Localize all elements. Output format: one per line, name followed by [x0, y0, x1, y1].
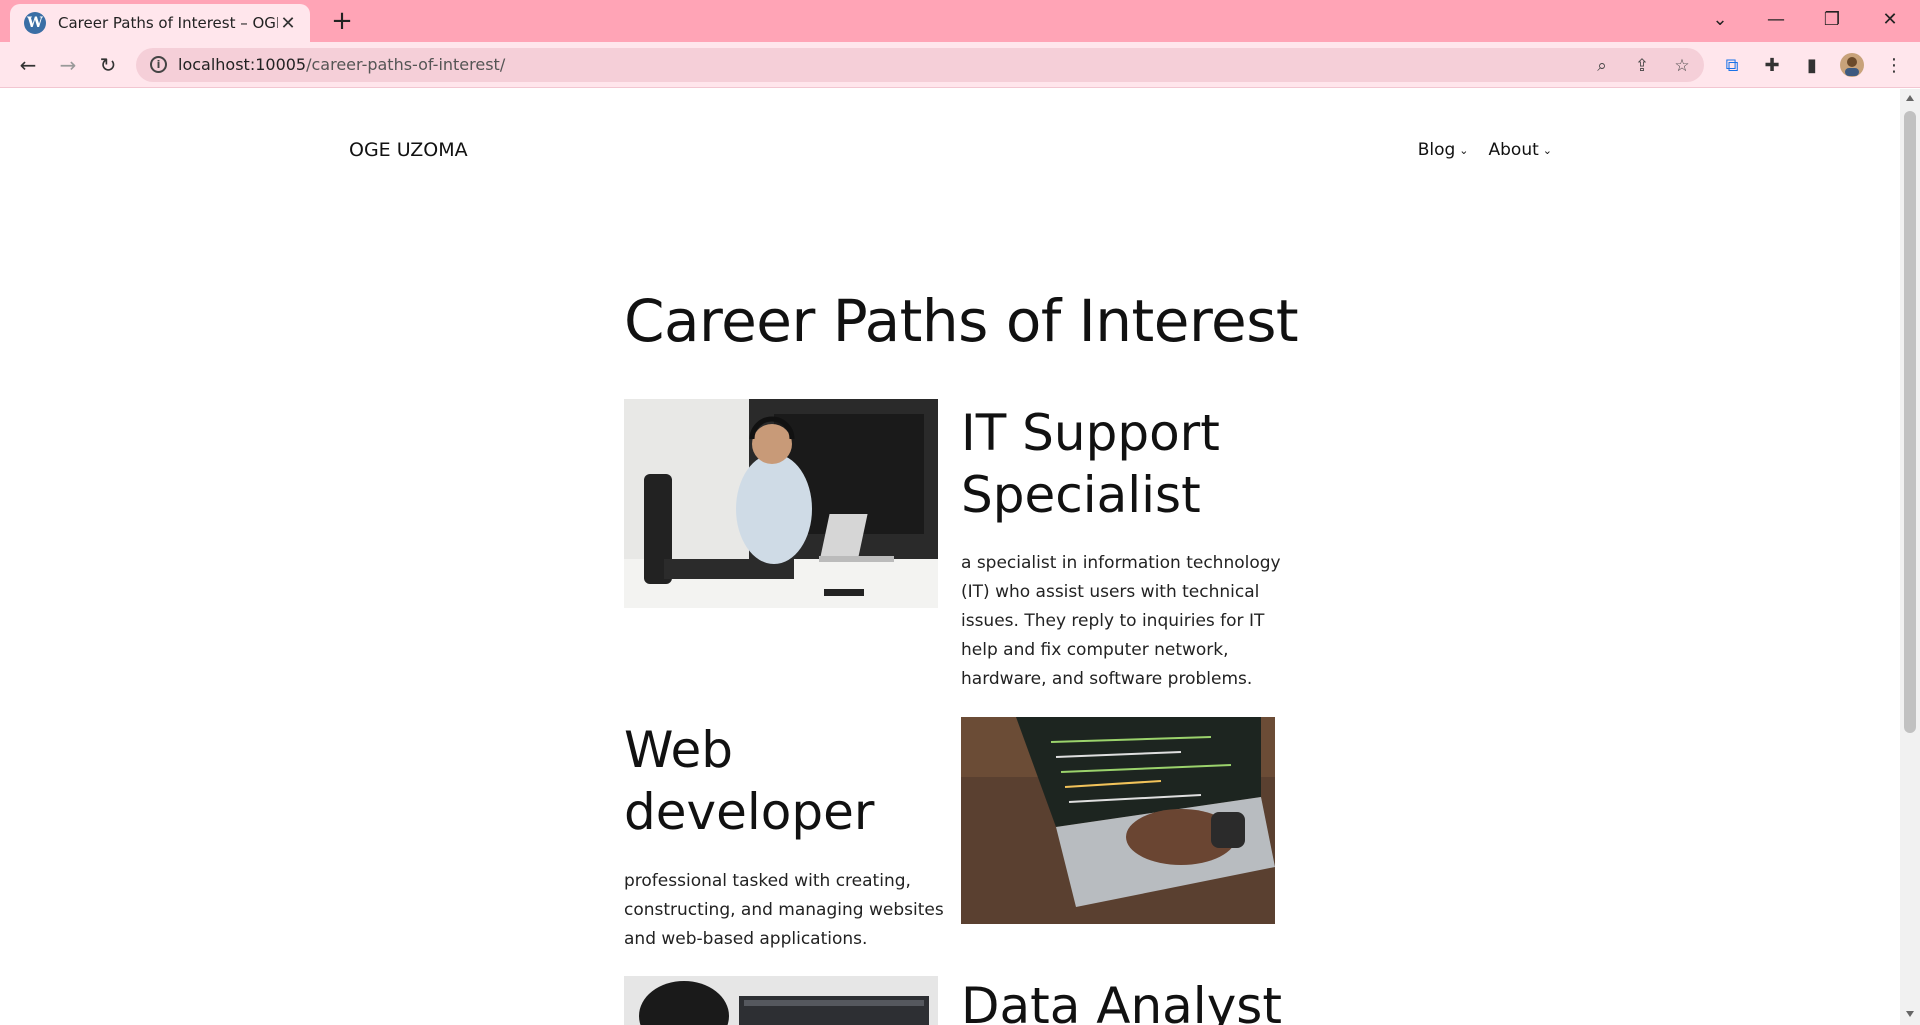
web-developer-description: professional tasked with creating, const… — [624, 871, 944, 949]
restore-icon[interactable]: ❐ — [1812, 4, 1852, 36]
it-support-image — [624, 399, 938, 608]
page-title: Career Paths of Interest — [624, 287, 1299, 355]
nav-label: Blog — [1417, 140, 1456, 160]
close-icon[interactable]: ✕ — [278, 13, 298, 34]
star-icon[interactable]: ☆ — [1670, 54, 1694, 78]
extension-icon[interactable]: ⧉ — [1718, 52, 1746, 80]
window-close-icon[interactable]: ✕ — [1870, 4, 1910, 36]
new-tab-button[interactable]: + — [326, 6, 358, 38]
scroll-down-icon[interactable] — [1906, 1011, 1914, 1017]
url-text: localhost:10005/career-paths-of-interest… — [178, 55, 505, 74]
web-developer-image — [961, 717, 1275, 924]
minimize-icon[interactable]: — — [1756, 4, 1796, 36]
tab-search-icon[interactable]: ⌄ — [1700, 4, 1740, 36]
url-path: /career-paths-of-interest/ — [306, 55, 506, 74]
it-support-heading: IT Support Specialist — [961, 402, 1281, 526]
heading-line: Web — [624, 721, 734, 779]
scroll-up-icon[interactable] — [1906, 95, 1914, 101]
browser-toolbar: ← → ↻ i localhost:10005/career-paths-of-… — [0, 42, 1920, 88]
forward-icon[interactable]: → — [52, 49, 84, 81]
heading-line: IT Support — [961, 404, 1220, 462]
page-viewport: OGE UZOMA Blog ⌄ About ⌄ Career Paths of… — [0, 89, 1900, 1025]
menu-icon[interactable]: ⋮ — [1880, 52, 1908, 80]
nav-item-blog[interactable]: Blog ⌄ — [1418, 140, 1469, 160]
web-developer-heading: Web developer — [624, 719, 944, 843]
browser-tab[interactable]: W Career Paths of Interest – OGE UZOMA ✕ — [10, 4, 310, 42]
heading-line: Specialist — [961, 466, 1201, 524]
nav-label: About — [1488, 140, 1539, 160]
nav-item-about[interactable]: About ⌄ — [1489, 140, 1552, 160]
wordpress-icon: W — [24, 12, 46, 34]
site-navigation: Blog ⌄ About ⌄ — [1418, 140, 1552, 160]
tab-strip: W Career Paths of Interest – OGE UZOMA ✕… — [0, 0, 1920, 42]
data-analyst-image — [624, 976, 938, 1025]
chevron-down-icon: ⌄ — [1542, 143, 1552, 157]
url-host: localhost:10005 — [178, 55, 307, 74]
share-icon[interactable]: ⇪ — [1630, 54, 1654, 78]
tab-title: Career Paths of Interest – OGE UZOMA — [58, 14, 278, 32]
chevron-down-icon: ⌄ — [1459, 143, 1469, 157]
it-support-description: a specialist in information technology (… — [961, 553, 1281, 689]
reload-icon[interactable]: ↻ — [92, 49, 124, 81]
puzzle-icon[interactable]: ✚ — [1758, 52, 1786, 80]
info-icon[interactable]: i — [150, 56, 167, 73]
site-title[interactable]: OGE UZOMA — [349, 139, 468, 161]
heading-line: developer — [624, 783, 875, 841]
data-analyst-heading: Data Analyst — [961, 975, 1291, 1025]
heading-line: Data Analyst — [961, 977, 1282, 1025]
page-scrollbar[interactable] — [1900, 89, 1920, 1025]
back-icon[interactable]: ← — [12, 49, 44, 81]
sidepanel-icon[interactable]: ▮ — [1798, 52, 1826, 80]
profile-avatar[interactable] — [1838, 52, 1866, 80]
zoom-icon[interactable]: ⌕ — [1590, 54, 1614, 78]
scrollbar-thumb[interactable] — [1904, 111, 1916, 733]
address-bar[interactable]: i localhost:10005/career-paths-of-intere… — [136, 48, 1704, 82]
